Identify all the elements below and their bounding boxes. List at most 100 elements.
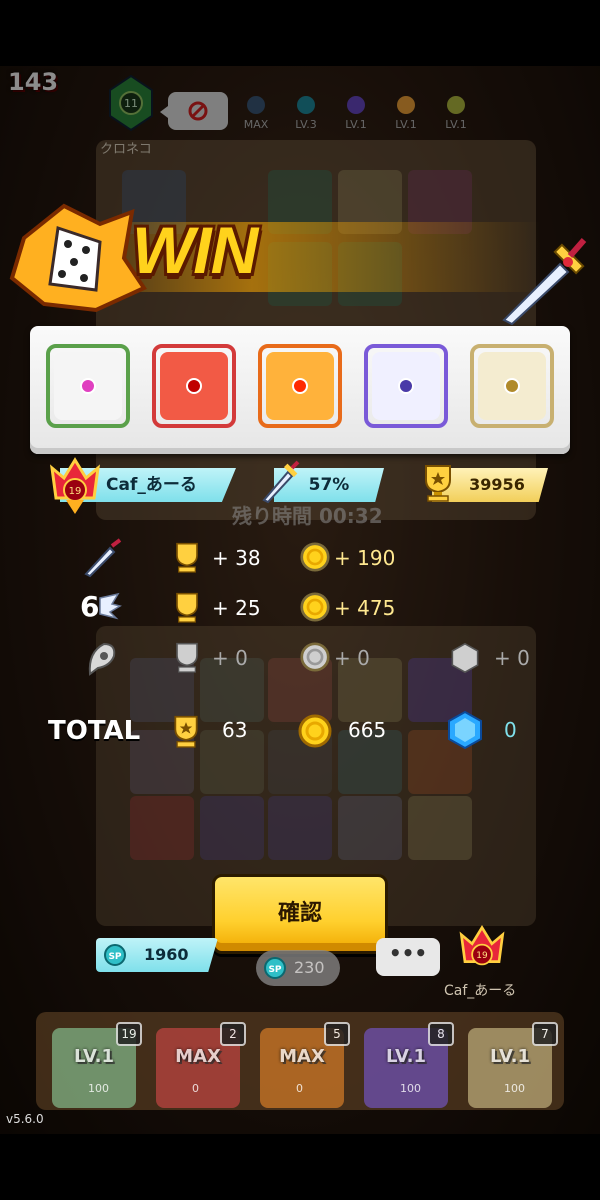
trophy-reward: + 25 <box>212 596 261 620</box>
total-trophy: 63 <box>222 718 248 742</box>
deck-dice-level: MAX <box>175 1046 221 1067</box>
gold-coin-icon <box>300 642 330 672</box>
sp-value: 1960 <box>144 945 189 964</box>
deck-dice-slot[interactable]: MAX 2 0 <box>150 1022 246 1110</box>
trophy-icon <box>176 592 198 623</box>
block-emote-icon <box>188 101 208 121</box>
emote-bubble <box>160 92 228 130</box>
version-label: v5.6.0 <box>6 1112 44 1126</box>
game-screen: 143 11 クロネコ MAX LV.3 LV.1 LV.1 LV.1 残り時間 00:… <box>0 66 600 1134</box>
deck-dice-upgrade-cost: 0 <box>296 1082 303 1095</box>
deck-dice-upgrade-cost: 100 <box>504 1082 525 1095</box>
trophy-reward: + 38 <box>212 546 261 570</box>
die-pip <box>504 378 520 394</box>
deck-dice-count: 8 <box>428 1022 454 1046</box>
deck-dice-upgrade-cost: 100 <box>88 1082 109 1095</box>
dice-level-label: LV.1 <box>345 118 367 131</box>
dice-type-icon <box>347 96 365 114</box>
sp-icon: SP <box>264 957 286 979</box>
deck-dice-level: LV.1 <box>490 1046 530 1067</box>
trophy-icon <box>176 542 198 573</box>
opponent-dice-level: LV.1 <box>388 96 424 131</box>
die-face <box>54 352 122 420</box>
trophy-icon <box>425 465 451 502</box>
dice-level-label: LV.3 <box>295 118 317 131</box>
board-tile <box>130 796 194 860</box>
emote-button[interactable]: ••• <box>376 938 440 976</box>
dice-type-icon <box>247 96 265 114</box>
opponent-rank-icon: 11 <box>109 74 153 132</box>
player-level: 19 <box>69 486 82 497</box>
gold-reward: + 190 <box>334 546 396 570</box>
result-dice-card <box>30 326 570 454</box>
die-face <box>372 352 440 420</box>
deck-dice-slot[interactable]: LV.1 8 100 <box>358 1022 454 1110</box>
deck-dice-slot[interactable]: LV.1 7 100 <box>462 1022 558 1110</box>
sp-icon: SP <box>104 944 126 966</box>
dice-level-label: LV.1 <box>395 118 417 131</box>
board-tile <box>268 796 332 860</box>
win-title: WIN <box>132 213 258 287</box>
die-pip <box>292 378 308 394</box>
opponent-rank-crown-icon: 19 <box>459 925 505 966</box>
deck-dice-level: LV.1 <box>386 1046 426 1067</box>
opponent-dice-level: LV.3 <box>288 96 324 131</box>
board-tile <box>408 796 472 860</box>
opponent-deck-levels: MAX LV.3 LV.1 LV.1 LV.1 <box>238 96 474 131</box>
deck-dice-upgrade-cost: 100 <box>400 1082 421 1095</box>
total-gem: 0 <box>504 718 517 742</box>
reward-row: + 38 + 190 <box>0 538 600 578</box>
gold-coin-icon <box>298 714 332 748</box>
dice-type-icon <box>447 96 465 114</box>
deck-dice-count: 5 <box>324 1022 350 1046</box>
gem-reward: + 0 <box>494 646 530 670</box>
deck-dice-level: LV.1 <box>74 1046 114 1067</box>
deck-dice-count: 19 <box>116 1022 142 1046</box>
die-face <box>478 352 546 420</box>
gold-coin-icon <box>300 542 330 572</box>
result-die <box>258 344 342 428</box>
summon-cost: 230 <box>294 958 325 977</box>
dice-level-label: MAX <box>243 118 269 131</box>
diamond-icon <box>451 642 479 674</box>
deck-dice-count: 7 <box>532 1022 558 1046</box>
sword-icon <box>502 238 587 326</box>
multiplier-label: 6 <box>80 590 100 623</box>
svg-text:11: 11 <box>124 97 138 110</box>
wave-counter: 143 <box>8 68 59 96</box>
gold-coin-icon <box>300 592 330 622</box>
gold-reward: + 475 <box>334 596 396 620</box>
board-tile <box>338 796 402 860</box>
die-pip <box>186 378 202 394</box>
opponent-level: 19 <box>476 951 488 961</box>
deck-dice-upgrade-cost: 0 <box>192 1082 199 1095</box>
opponent-name: クロネコ <box>100 142 152 157</box>
deck-dice-count: 2 <box>220 1022 246 1046</box>
trophy-icon <box>174 715 198 748</box>
diamond-icon <box>448 710 482 750</box>
reward-row: + 0 + 0 + 0 <box>0 638 600 678</box>
opponent-name: Caf_あーる <box>444 983 517 999</box>
reward-row: 6 + 25 + 475 <box>0 588 600 628</box>
opponent-dice-level: LV.1 <box>438 96 474 131</box>
gold-reward: + 0 <box>334 646 370 670</box>
total-gold: 665 <box>348 718 387 742</box>
trophy-reward: + 0 <box>212 646 248 670</box>
dice-level-label: LV.1 <box>445 118 467 131</box>
die-face <box>266 352 334 420</box>
sword-icon <box>262 460 300 504</box>
opponent-dice-level: MAX <box>238 96 274 131</box>
result-die <box>364 344 448 428</box>
trophy-icon <box>176 642 198 673</box>
confirm-button[interactable]: 確認 <box>212 874 388 954</box>
time-remaining: 残り時間 00:32 <box>232 504 383 528</box>
die-pip <box>80 378 96 394</box>
deck-dice-level: MAX <box>279 1046 325 1067</box>
dice-type-icon <box>397 96 415 114</box>
sword-icon <box>84 538 122 578</box>
deck-dice-slot[interactable]: LV.1 19 100 <box>46 1022 142 1110</box>
die-pip <box>398 378 414 394</box>
ghost-icon <box>88 642 116 676</box>
deck-dice-slot[interactable]: MAX 5 0 <box>254 1022 350 1110</box>
result-die <box>152 344 236 428</box>
